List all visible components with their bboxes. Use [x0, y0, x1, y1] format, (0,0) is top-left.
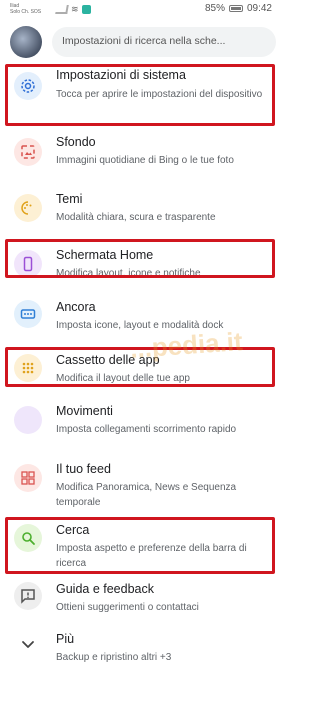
battery-icon: [228, 5, 243, 12]
gear-icon: [14, 72, 42, 100]
settings-item-subtitle: Imposta icone, layout e modalità dock: [56, 320, 224, 331]
carrier-status: Solo Ch. SOS: [10, 9, 42, 15]
settings-item-subtitle: Backup e ripristino altri +3: [56, 652, 172, 663]
carrier-info: Iliad Solo Ch. SOS: [10, 3, 41, 15]
search-icon: [14, 524, 42, 552]
settings-item-subtitle: Imposta aspetto e preferenze della barra…: [56, 543, 247, 569]
settings-item-title: Cerca: [56, 523, 90, 537]
palette-icon: [14, 194, 42, 222]
settings-item-title: Movimenti: [56, 404, 113, 418]
settings-item-subtitle: Modifica layout, icone e notifiche: [56, 268, 201, 279]
app-grid-icon: [14, 354, 42, 382]
gesture-icon: [14, 406, 42, 434]
feed-icon: [14, 464, 42, 492]
settings-item-subtitle: Tocca per aprire le impostazioni del dis…: [56, 89, 263, 100]
settings-item-subtitle: Modifica Panoramica, News e Sequenza tem…: [56, 482, 237, 508]
settings-item-subtitle: Modifica il layout delle tue app: [56, 373, 190, 384]
settings-item-title: Ancora: [56, 300, 96, 314]
settings-item-title: Cassetto delle app: [56, 353, 160, 367]
wifi-icon: ≋: [71, 4, 79, 14]
settings-item-title: Il tuo feed: [56, 462, 111, 476]
chevron-down-icon: [14, 630, 42, 658]
settings-item-title: Più: [56, 632, 75, 646]
status-icons: ≋: [55, 4, 91, 15]
settings-item-title: Schermata Home: [56, 248, 154, 262]
search-row: Impostazioni di ricerca nella sche...: [0, 24, 280, 60]
feedback-icon: [14, 582, 42, 610]
wallpaper-icon: [14, 138, 42, 166]
phone-icon: [14, 250, 42, 278]
settings-search-input[interactable]: Impostazioni di ricerca nella sche...: [52, 27, 276, 57]
dock-icon: [14, 300, 42, 328]
settings-item-title: Temi: [56, 192, 83, 206]
settings-item-title: Sfondo: [56, 135, 96, 149]
status-bar: Iliad Solo Ch. SOS ≋ 85% 09:42: [0, 0, 280, 22]
avatar[interactable]: [10, 26, 42, 58]
app-notification-icon: [81, 5, 91, 14]
settings-item-subtitle: Ottieni suggerimenti o contattaci: [56, 602, 199, 613]
signal-icon: [55, 5, 69, 14]
settings-item-title: Guida e feedback: [56, 582, 154, 596]
settings-item-subtitle: Imposta collegamenti scorrimento rapido: [56, 424, 237, 435]
clock: 09:42: [246, 3, 272, 14]
settings-item-subtitle: Immagini quotidiane di Bing o le tue fot…: [56, 155, 234, 166]
battery-percent: 85%: [204, 3, 225, 14]
status-right: 85% 09:42: [205, 3, 272, 14]
settings-item-title: Impostazioni di sistema: [56, 68, 186, 82]
settings-item-subtitle: Modalità chiara, scura e trasparente: [56, 212, 216, 223]
